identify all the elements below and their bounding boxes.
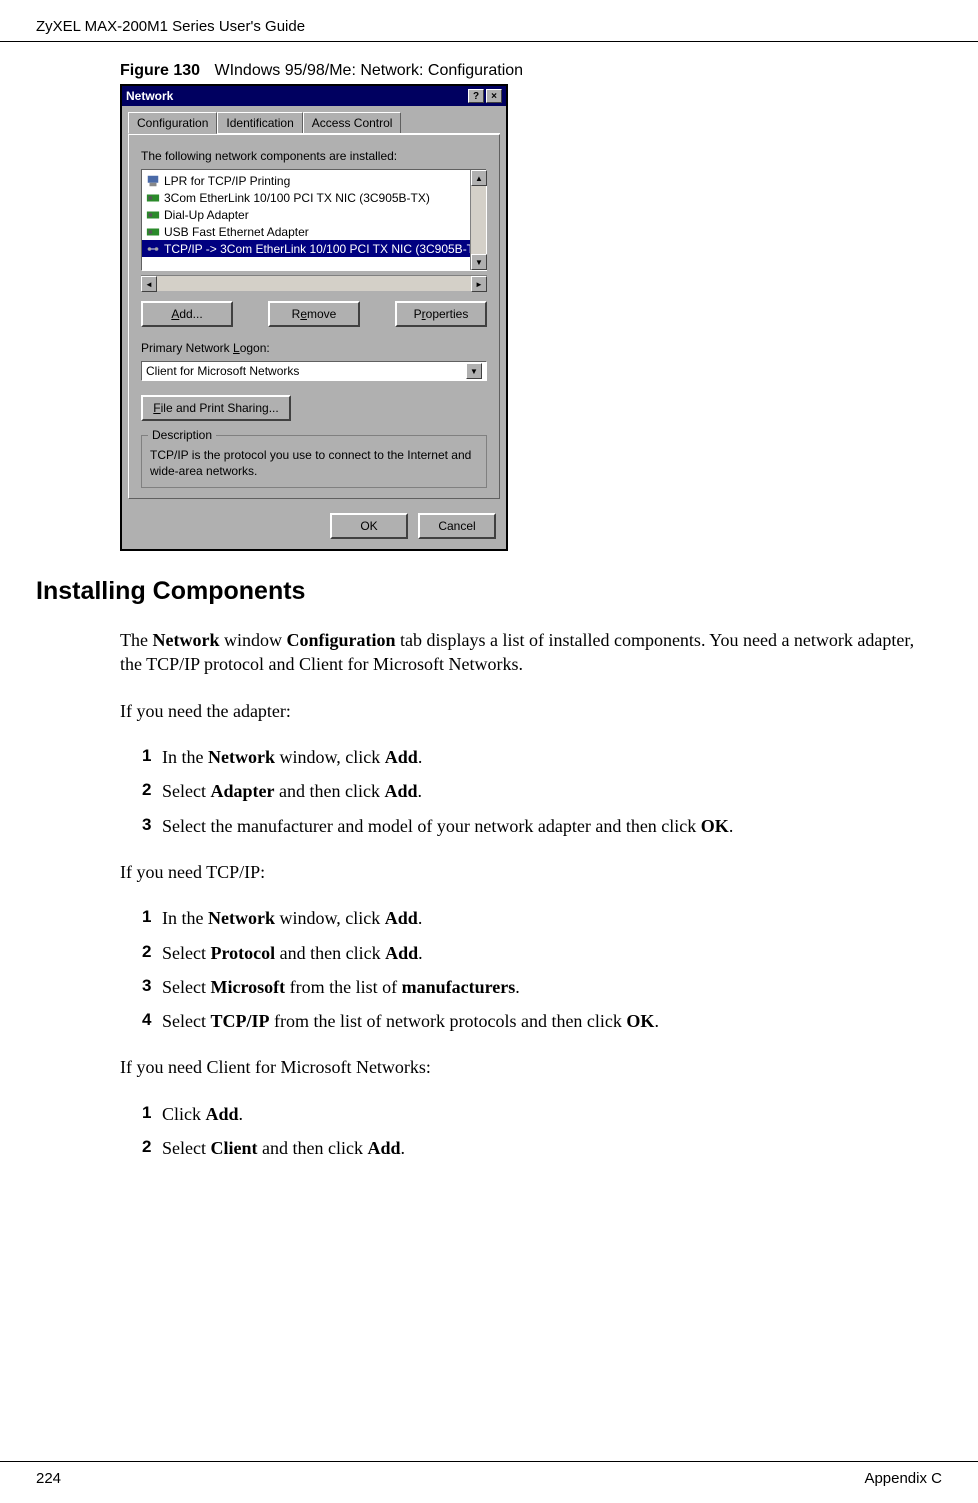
step-number: 1 [142,1102,162,1126]
scroll-up-button[interactable]: ▲ [471,170,487,186]
ok-button[interactable]: OK [330,513,408,539]
close-button[interactable]: × [486,89,502,103]
step-number: 1 [142,906,162,930]
figure-label: Figure 130 [120,62,200,79]
nic-icon [146,208,160,222]
tab-configuration[interactable]: Configuration [128,112,217,134]
add-button[interactable]: Add... [141,301,233,327]
page-number: 224 [36,1470,61,1487]
description-text: TCP/IP is the protocol you use to connec… [150,448,478,479]
page-header: ZyXEL MAX-200M1 Series User's Guide [0,0,978,42]
scroll-left-button[interactable]: ◄ [141,276,157,292]
nic-icon [146,191,160,205]
list-item: 3Select the manufacturer and model of yo… [142,814,938,838]
vertical-scrollbar[interactable]: ▲ ▼ [470,170,486,270]
network-dialog: Network ? × Configuration Identification… [120,84,508,551]
list-item: 4Select TCP/IP from the list of network … [142,1009,938,1033]
logon-combo[interactable]: Client for Microsoft Networks ▼ [141,361,487,381]
remove-button[interactable]: Remove [268,301,360,327]
components-listbox[interactable]: LPR for TCP/IP Printing 3Com EtherLink 1… [141,169,487,271]
client-steps-list: 1Click Add. 2Select Client and then clic… [142,1102,938,1161]
list-item: 2Select Protocol and then click Add. [142,941,938,965]
step-number: 2 [142,779,162,803]
step-number: 4 [142,1009,162,1033]
step-number: 3 [142,975,162,999]
adapter-steps-list: 1In the Network window, click Add. 2Sele… [142,745,938,838]
horizontal-scrollbar[interactable]: ◄ ► [141,275,487,291]
list-item[interactable]: USB Fast Ethernet Adapter [142,223,470,240]
intro-paragraph: The Network window Configuration tab dis… [120,628,938,677]
list-item: 2Select Adapter and then click Add. [142,779,938,803]
component-buttons: Add... Remove Properties [141,301,487,327]
tcpip-steps-list: 1In the Network window, click Add. 2Sele… [142,906,938,1033]
tab-identification[interactable]: Identification [217,112,302,133]
page-footer: 224 Appendix C [0,1461,978,1487]
list-item: 1Click Add. [142,1102,938,1126]
list-item: 1In the Network window, click Add. [142,906,938,930]
footer-section: Appendix C [864,1470,942,1487]
step-number: 2 [142,1136,162,1160]
dialog-footer: OK Cancel [122,505,506,549]
step-number: 3 [142,814,162,838]
list-item-selected[interactable]: TCP/IP -> 3Com EtherLink 10/100 PCI TX N… [142,240,470,257]
step-number: 2 [142,941,162,965]
protocol-icon [146,242,160,256]
titlebar[interactable]: Network ? × [122,86,506,106]
tab-panel: The following network components are ins… [128,134,500,499]
doc-title: ZyXEL MAX-200M1 Series User's Guide [36,18,305,35]
list-item: 1In the Network window, click Add. [142,745,938,769]
help-button[interactable]: ? [468,89,484,103]
figure-text: WIndows 95/98/Me: Network: Configuration [214,62,523,79]
list-item[interactable]: Dial-Up Adapter [142,206,470,223]
printer-icon [146,174,160,188]
logon-value: Client for Microsoft Networks [146,364,299,378]
scroll-track[interactable] [157,276,471,291]
list-item[interactable]: 3Com EtherLink 10/100 PCI TX NIC (3C905B… [142,189,470,206]
scroll-down-button[interactable]: ▼ [471,254,487,270]
list-item: 2Select Client and then click Add. [142,1136,938,1160]
titlebar-buttons: ? × [468,89,502,103]
cancel-button[interactable]: Cancel [418,513,496,539]
need-adapter-text: If you need the adapter: [120,699,938,723]
figure-caption: Figure 130 WIndows 95/98/Me: Network: Co… [120,62,918,80]
properties-button[interactable]: Properties [395,301,487,327]
dropdown-button[interactable]: ▼ [466,363,482,379]
components-label: The following network components are ins… [141,149,487,163]
list-item[interactable]: LPR for TCP/IP Printing [142,172,470,189]
tab-access-control[interactable]: Access Control [303,112,402,133]
file-print-sharing-button[interactable]: File and Print Sharing... [141,395,291,421]
section-heading: Installing Components [36,577,978,606]
scroll-track[interactable] [471,186,486,254]
content-area: Figure 130 WIndows 95/98/Me: Network: Co… [0,62,978,551]
description-group: Description TCP/IP is the protocol you u… [141,435,487,488]
need-client-text: If you need Client for Microsoft Network… [120,1055,938,1079]
description-label: Description [148,428,216,442]
tab-strip: Configuration Identification Access Cont… [128,112,500,134]
list-inner: LPR for TCP/IP Printing 3Com EtherLink 1… [142,170,470,259]
need-tcpip-text: If you need TCP/IP: [120,860,938,884]
dialog-title: Network [126,89,173,103]
list-item: 3Select Microsoft from the list of manuf… [142,975,938,999]
logon-label: Primary Network Logon: [141,341,487,355]
dialog-body: Configuration Identification Access Cont… [122,106,506,505]
nic-icon [146,225,160,239]
scroll-right-button[interactable]: ► [471,276,487,292]
step-number: 1 [142,745,162,769]
